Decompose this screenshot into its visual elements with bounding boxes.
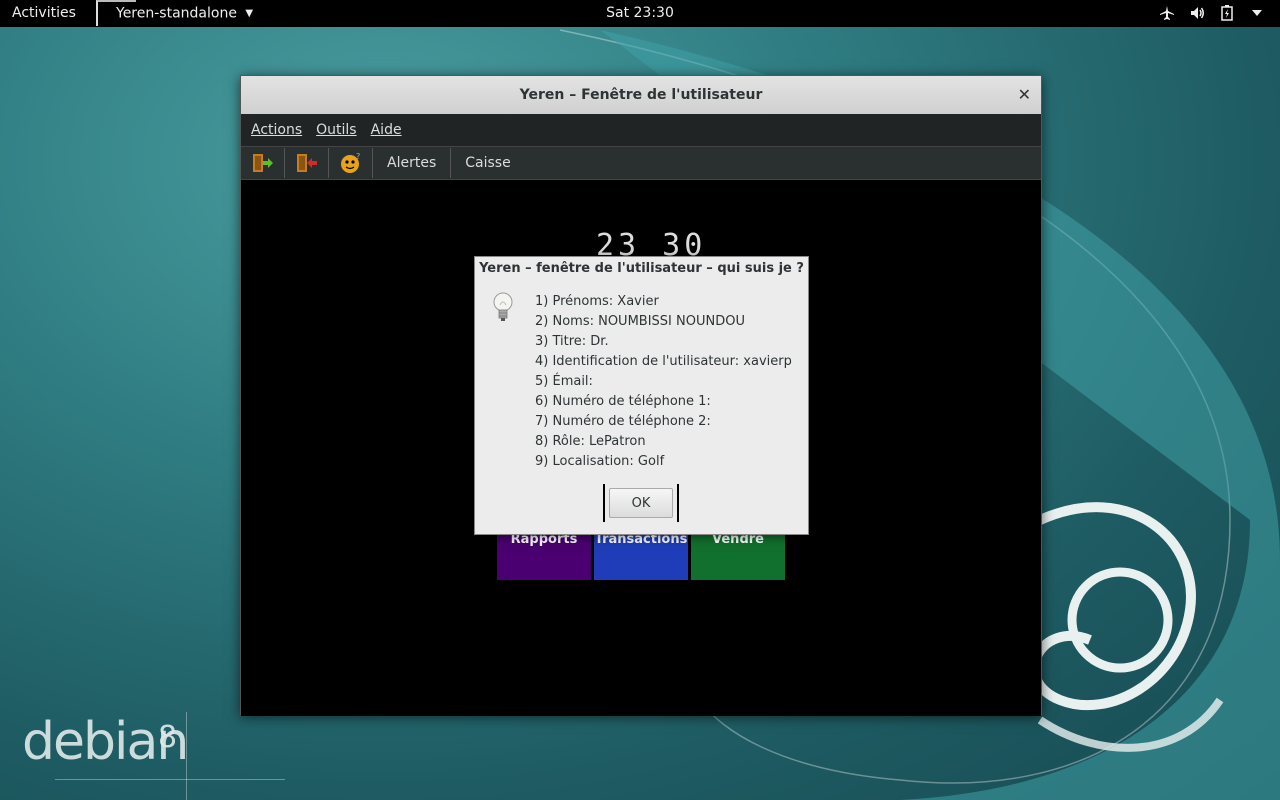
activities-button[interactable]: Activities xyxy=(12,5,76,21)
debian-version: 8 xyxy=(158,720,178,755)
dialog-title: Yeren – fenêtre de l'utilisateur – qui s… xyxy=(479,261,804,276)
who-am-i-dialog: Yeren – fenêtre de l'utilisateur – qui s… xyxy=(474,256,809,535)
user-info-line: 7) Numéro de téléphone 2: xyxy=(535,414,711,429)
close-icon[interactable]: ✕ xyxy=(1018,76,1031,114)
ok-button[interactable]: OK xyxy=(609,488,673,518)
window-title: Yeren – Fenêtre de l'utilisateur xyxy=(519,87,763,103)
user-info-line: 3) Titre: Dr. xyxy=(535,334,609,349)
exit-door-icon xyxy=(252,154,273,172)
decorative-line xyxy=(186,712,187,800)
user-info-line: 5) Émail: xyxy=(535,374,593,389)
battery-icon[interactable] xyxy=(1218,4,1236,22)
alertes-button[interactable]: Alertes xyxy=(373,148,452,178)
menu-actions[interactable]: Actions xyxy=(251,122,302,138)
user-info-line: 8) Rôle: LePatron xyxy=(535,434,646,449)
system-tray[interactable] xyxy=(1158,4,1266,22)
airplane-icon[interactable] xyxy=(1158,4,1176,22)
menu-aide[interactable]: Aide xyxy=(371,122,402,138)
user-info-line: 2) Noms: NOUMBISSI NOUNDOU xyxy=(535,314,745,329)
toolbar: ? Alertes Caisse xyxy=(241,146,1041,180)
menu-bar: Actions Outils Aide xyxy=(241,114,1041,146)
ok-button-frame: OK xyxy=(603,484,679,522)
svg-text:?: ? xyxy=(356,152,360,161)
user-info-line: 6) Numéro de téléphone 1: xyxy=(535,394,711,409)
decorative-line xyxy=(55,779,285,780)
menu-outils[interactable]: Outils xyxy=(316,122,356,138)
system-menu-arrow-icon[interactable] xyxy=(1248,4,1266,22)
who-am-i-button[interactable]: ? xyxy=(329,148,373,178)
chevron-down-icon: ▼ xyxy=(245,8,254,19)
exit-button[interactable] xyxy=(241,148,285,178)
user-info-line: 4) Identification de l'utilisateur: xavi… xyxy=(535,354,792,369)
who-am-i-face-icon: ? xyxy=(340,152,360,173)
top-panel: Activities Yeren-standalone ▼ Sat 23:30 xyxy=(0,0,1280,27)
logout-door-icon xyxy=(296,154,317,172)
window-titlebar[interactable]: Yeren – Fenêtre de l'utilisateur ✕ xyxy=(241,76,1041,114)
user-info-line: 1) Prénoms: Xavier xyxy=(535,294,659,309)
app-menu[interactable]: Yeren-standalone ▼ xyxy=(96,0,253,27)
app-icon xyxy=(96,0,136,26)
lightbulb-icon xyxy=(493,292,513,321)
caisse-button[interactable]: Caisse xyxy=(451,148,524,178)
user-info-list: 1) Prénoms: Xavier 2) Noms: NOUMBISSI NO… xyxy=(535,292,792,472)
user-info-line: 9) Localisation: Golf xyxy=(535,454,665,469)
volume-icon[interactable] xyxy=(1188,4,1206,22)
logout-button[interactable] xyxy=(285,148,329,178)
